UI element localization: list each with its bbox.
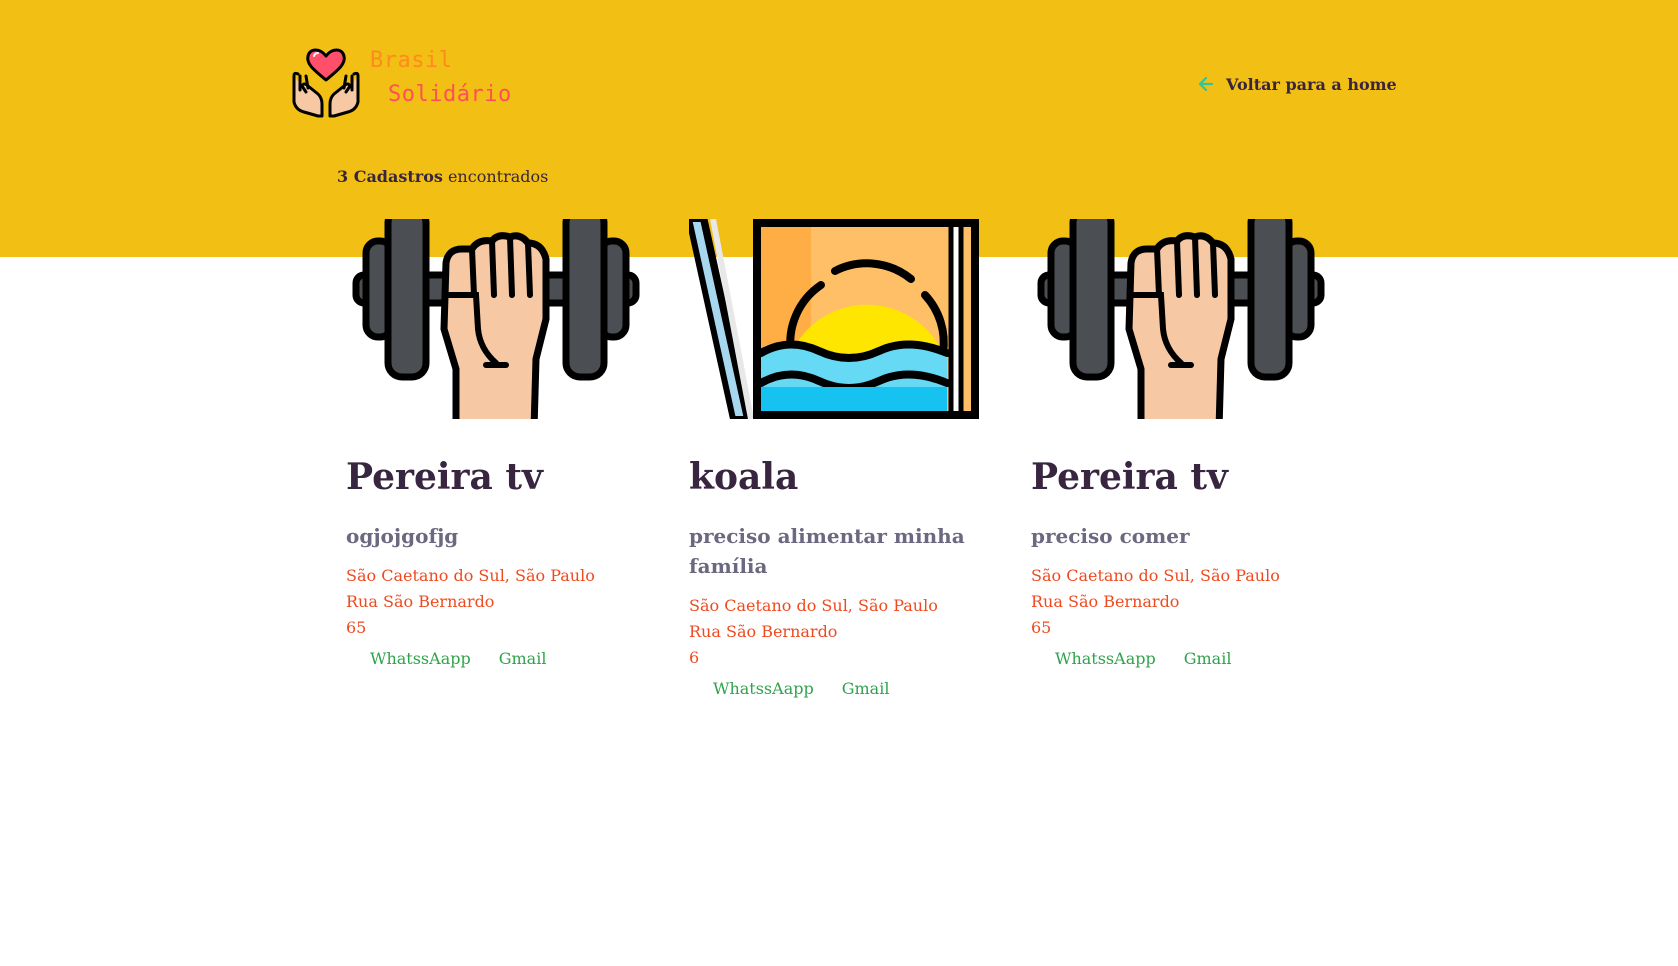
card-city: São Caetano do Sul, São Paulo: [689, 596, 938, 615]
card-address: São Caetano do Sul, São Paulo Rua São Be…: [689, 593, 989, 671]
listing-card: Pereira tv preciso comer São Caetano do …: [1031, 219, 1331, 668]
dumbbell-hand-icon: [1037, 219, 1325, 419]
logo-text-solidario: Solidário: [388, 82, 512, 107]
results-count-suffix: encontrados: [442, 167, 549, 186]
dumbbell-hand-icon: [352, 219, 640, 419]
heart-hands-icon: [292, 48, 360, 118]
card-street: Rua São Bernardo: [689, 622, 838, 641]
whatsapp-link[interactable]: WhatssAapp: [370, 649, 471, 668]
sunset-picture-icon: [689, 219, 979, 419]
back-link-label: Voltar para a home: [1226, 74, 1397, 94]
card-address: São Caetano do Sul, São Paulo Rua São Be…: [1031, 563, 1331, 641]
gmail-link[interactable]: Gmail: [842, 679, 890, 698]
card-description: preciso alimentar minha família: [689, 524, 965, 578]
card-city: São Caetano do Sul, São Paulo: [346, 566, 595, 585]
results-count-number: 3 Cadastros: [337, 167, 443, 186]
card-street: Rua São Bernardo: [1031, 592, 1180, 611]
whatsapp-link[interactable]: WhatssAapp: [713, 679, 814, 698]
card-number: 65: [346, 618, 367, 637]
card-number: 6: [689, 648, 700, 667]
back-to-home-link[interactable]: Voltar para a home: [1196, 70, 1397, 98]
listing-card: Pereira tv ogjojgofjg São Caetano do Sul…: [346, 219, 646, 668]
card-street: Rua São Bernardo: [346, 592, 495, 611]
card-title: Pereira tv: [346, 456, 543, 498]
whatsapp-link[interactable]: WhatssAapp: [1055, 649, 1156, 668]
card-address: São Caetano do Sul, São Paulo Rua São Be…: [346, 563, 646, 641]
card-contact-links: WhatssAapp Gmail: [346, 649, 646, 668]
card-description: ogjojgofjg: [346, 524, 459, 548]
card-title: koala: [689, 456, 799, 498]
card-description: preciso comer: [1031, 524, 1190, 548]
card-number: 65: [1031, 618, 1052, 637]
card-city: São Caetano do Sul, São Paulo: [1031, 566, 1280, 585]
results-count: 3 Cadastros encontrados: [337, 167, 548, 186]
brand-logo[interactable]: Brasil Solidário: [288, 46, 511, 120]
card-title: Pereira tv: [1031, 456, 1228, 498]
arrow-left-icon: [1198, 76, 1214, 92]
logo-text-brasil: Brasil: [370, 48, 453, 73]
gmail-link[interactable]: Gmail: [499, 649, 547, 668]
card-contact-links: WhatssAapp Gmail: [1031, 649, 1331, 668]
gmail-link[interactable]: Gmail: [1184, 649, 1232, 668]
listing-card: koala preciso alimentar minha família Sã…: [689, 219, 989, 698]
card-contact-links: WhatssAapp Gmail: [689, 679, 989, 698]
